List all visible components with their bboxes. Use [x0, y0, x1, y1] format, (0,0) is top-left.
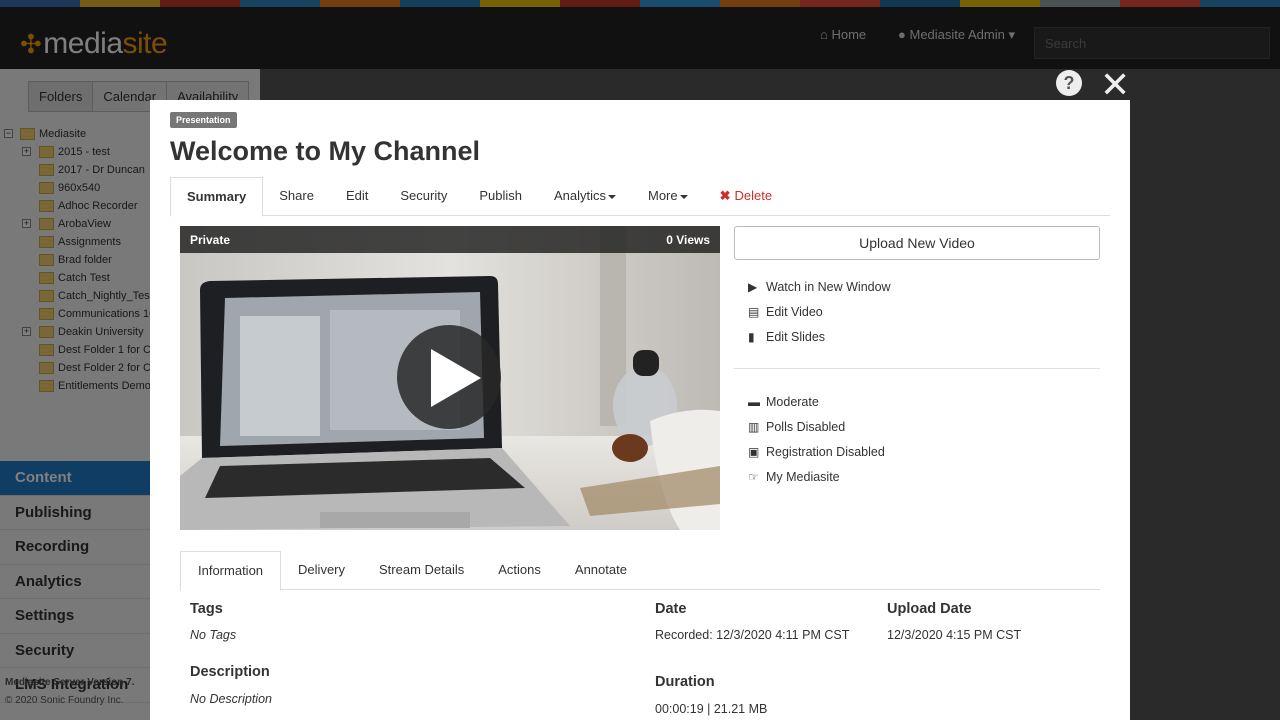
hand-pointer-icon: ☞	[748, 469, 759, 484]
upload-date-label: Upload Date	[887, 601, 972, 617]
edit-slides-action[interactable]: ▮ Edit Slides	[748, 324, 1098, 349]
subtab-annotate[interactable]: Annotate	[558, 551, 644, 590]
tags-label: Tags	[190, 601, 223, 617]
video-player[interactable]: Private 0 Views	[180, 226, 720, 530]
date-label: Date	[655, 601, 687, 617]
delete-icon: ✖	[719, 188, 731, 203]
edit-video-action[interactable]: ▤ Edit Video	[748, 299, 1098, 324]
play-icon: ▶	[748, 279, 758, 294]
close-icon[interactable]: ✕	[1100, 67, 1130, 103]
action-label: Moderate	[766, 394, 819, 409]
play-button[interactable]	[397, 325, 501, 429]
tab-security[interactable]: Security	[384, 177, 463, 216]
comment-icon: ▬	[748, 394, 760, 409]
tab-label: More	[648, 188, 678, 203]
action-label: Edit Slides	[766, 329, 826, 344]
tab-label: Summary	[187, 189, 247, 204]
caret-down-icon	[679, 194, 688, 199]
upload-date-value: 12/3/2020 4:15 PM CST	[887, 628, 1022, 642]
tab-edit[interactable]: Edit	[330, 177, 384, 216]
tab-summary[interactable]: Summary	[170, 177, 264, 217]
tab-publish[interactable]: Publish	[463, 177, 538, 216]
tab-label: Security	[400, 188, 448, 203]
tab-label: Edit	[345, 188, 369, 203]
action-label: Registration Disabled	[766, 444, 885, 459]
description-label: Description	[190, 664, 270, 680]
lock-icon: ▣	[748, 444, 760, 459]
film-icon: ▤	[748, 304, 760, 319]
bar-chart-icon: ▥	[748, 419, 760, 434]
polls-disabled-action[interactable]: ▥ Polls Disabled	[748, 414, 1098, 439]
duration-label: Duration	[655, 674, 715, 690]
detail-tabs: Information Delivery Stream Details Actions…	[180, 551, 1100, 591]
tab-delete[interactable]: ✖ Delete	[704, 177, 788, 216]
privacy-status: Private	[190, 233, 231, 247]
watch-in-new-window-action[interactable]: ▶ Watch in New Window	[748, 274, 1098, 299]
type-badge: Presentation	[170, 112, 237, 128]
action-label: Edit Video	[766, 304, 823, 319]
moderate-action[interactable]: ▬ Moderate	[748, 389, 1098, 414]
action-label: Polls Disabled	[766, 419, 846, 434]
date-value: Recorded: 12/3/2020 4:11 PM CST	[655, 628, 850, 642]
my-mediasite-action[interactable]: ☞ My Mediasite	[748, 464, 1098, 489]
tab-label: Delete	[734, 188, 773, 203]
tab-more[interactable]: More	[632, 177, 704, 216]
tab-label: Share	[279, 188, 314, 203]
duration-value: 00:00:19 | 21.21 MB	[655, 702, 768, 716]
subtab-actions[interactable]: Actions	[481, 551, 558, 590]
subtab-information[interactable]: Information	[180, 551, 282, 591]
help-icon[interactable]: ?	[1056, 70, 1082, 96]
file-icon: ▮	[748, 329, 755, 344]
registration-disabled-action[interactable]: ▣ Registration Disabled	[748, 439, 1098, 464]
tab-label: Publish	[479, 188, 522, 203]
tab-analytics[interactable]: Analytics	[538, 177, 632, 216]
divider	[734, 368, 1100, 369]
modal-tabs: Summary Share Edit Security Publish Analytics…	[170, 177, 1110, 217]
page-title: Welcome to My Channel	[170, 136, 481, 166]
action-label: My Mediasite	[766, 469, 840, 484]
tab-label: Analytics	[553, 188, 606, 203]
play-icon	[431, 349, 481, 407]
view-count: 0 Views	[666, 233, 710, 247]
player-header: Private 0 Views	[180, 226, 720, 253]
action-label: Watch in New Window	[766, 279, 891, 294]
tags-value: No Tags	[190, 628, 237, 642]
tab-share[interactable]: Share	[263, 177, 330, 216]
caret-down-icon	[608, 194, 616, 199]
description-value: No Description	[190, 692, 272, 706]
upload-new-video-button[interactable]: Upload New Video	[734, 226, 1100, 260]
interaction-actions: ▬ Moderate ▥ Polls Disabled ▣ Registration Di…	[748, 389, 1098, 489]
video-actions: ▶ Watch in New Window ▤ Edit Video ▮ Edit Sli…	[748, 274, 1098, 349]
presentation-modal: Presentation Welcome to My Channel Summa…	[150, 100, 1130, 720]
subtab-delivery[interactable]: Delivery	[281, 551, 362, 590]
subtab-stream-details[interactable]: Stream Details	[362, 551, 481, 590]
